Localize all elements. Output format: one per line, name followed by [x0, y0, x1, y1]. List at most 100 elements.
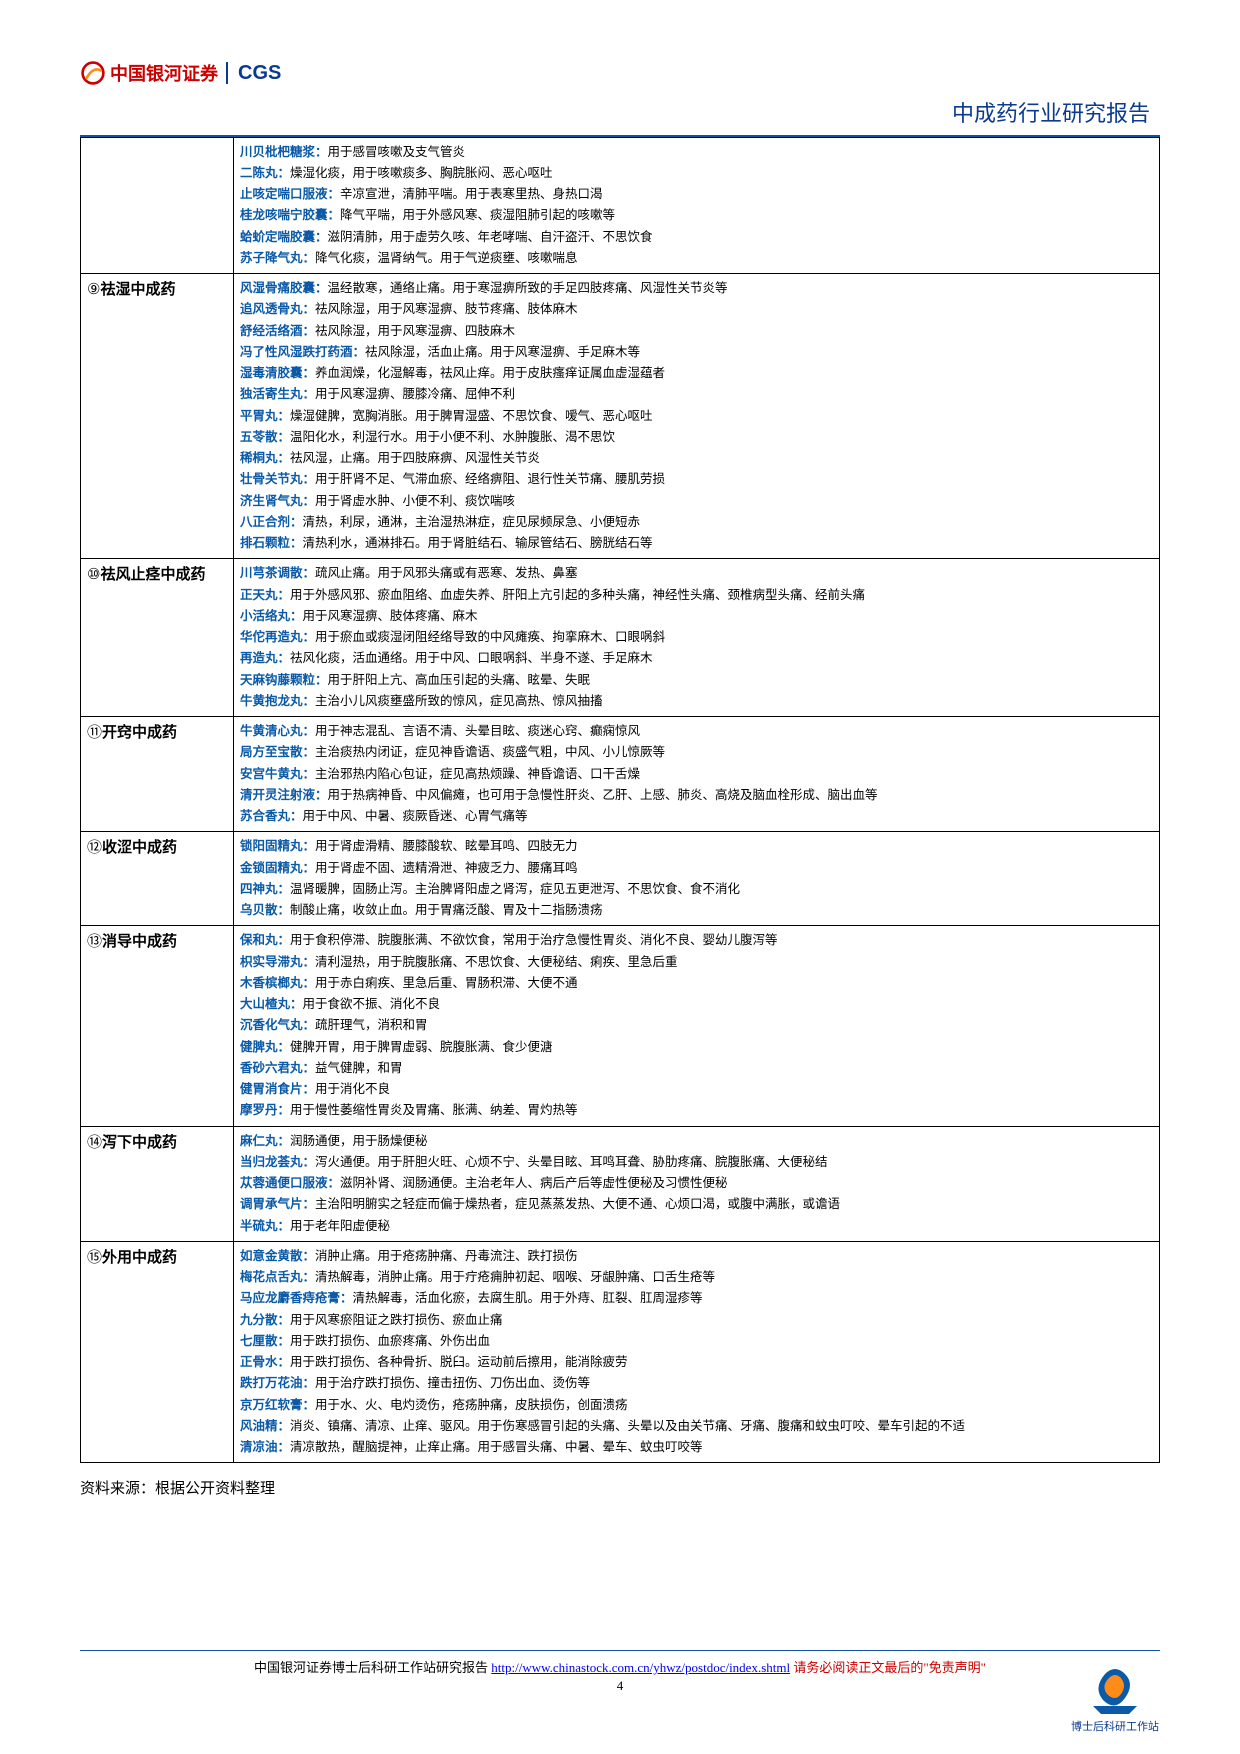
content-cell: 如意金黄散：消肿止痛。用于疮疡肿痛、丹毒流注、跌打损伤梅花点舌丸：清热解毒，消肿… [234, 1241, 1160, 1463]
medicine-desc: 祛风除湿，用于风寒湿痹、肢节疼痛、肢体麻木 [315, 302, 578, 316]
medicine-line: 牛黄抱龙丸：主治小儿风痰壅盛所致的惊风，症见高热、惊风抽搐 [240, 691, 1153, 712]
medicine-desc: 用于外感风邪、瘀血阻络、血虚失养、肝阳上亢引起的多种头痛，神经性头痛、颈椎病型头… [290, 588, 865, 602]
medicine-desc: 祛风化痰，活血通络。用于中风、口眼㖞斜、半身不遂、手足麻木 [290, 651, 653, 665]
medicine-name: 牛黄清心丸： [240, 724, 315, 738]
footer-prefix: 中国银河证券博士后科研工作站研究报告 [254, 1660, 491, 1675]
medicine-name: 保和丸： [240, 933, 290, 947]
table-row: ⑨祛湿中成药风湿骨痛胶囊：温经散寒，通络止痛。用于寒湿痹所致的手足四肢疼痛、风湿… [81, 274, 1160, 559]
medicine-line: 牛黄清心丸：用于神志混乱、言语不清、头晕目眩、痰迷心窍、癫痫惊风 [240, 721, 1153, 742]
medicine-line: 健脾丸：健脾开胃，用于脾胃虚弱、脘腹胀满、食少便溏 [240, 1037, 1153, 1058]
medicine-name: 苏合香丸： [240, 809, 303, 823]
medicine-name: 局方至宝散： [240, 745, 315, 759]
medicine-desc: 温肾暖脾，固肠止泻。主治脾肾阳虚之肾泻，症见五更泄泻、不思饮食、食不消化 [290, 882, 740, 896]
medicine-desc: 温阳化水，利湿行水。用于小便不利、水肿腹胀、渴不思饮 [290, 430, 615, 444]
medicine-table: 川贝枇杷糖浆：用于感冒咳嗽及支气管炎二陈丸：燥湿化痰，用于咳嗽痰多、胸脘胀闷、恶… [80, 137, 1160, 1464]
category-name: 泻下中成药 [102, 1135, 177, 1151]
medicine-line: 风湿骨痛胶囊：温经散寒，通络止痛。用于寒湿痹所致的手足四肢疼痛、风湿性关节炎等 [240, 278, 1153, 299]
medicine-line: 舒经活络酒：祛风除湿，用于风寒湿痹、四肢麻木 [240, 321, 1153, 342]
content-cell: 牛黄清心丸：用于神志混乱、言语不清、头晕目眩、痰迷心窍、癫痫惊风局方至宝散：主治… [234, 717, 1160, 832]
medicine-line: 清凉油：清凉散热，醒脑提神，止痒止痛。用于感冒头痛、中暑、晕车、蚊虫叮咬等 [240, 1437, 1153, 1458]
medicine-desc: 制酸止痛，收敛止血。用于胃痛泛酸、胃及十二指肠溃疡 [290, 903, 603, 917]
medicine-line: 华佗再造丸：用于瘀血或痰湿闭阻经络导致的中风瘫痪、拘挛麻木、口眼㖞斜 [240, 627, 1153, 648]
medicine-line: 二陈丸：燥湿化痰，用于咳嗽痰多、胸脘胀闷、恶心呕吐 [240, 163, 1153, 184]
medicine-desc: 用于肾虚不固、遗精滑泄、神疲乏力、腰痛耳鸣 [315, 861, 578, 875]
medicine-desc: 温经散寒，通络止痛。用于寒湿痹所致的手足四肢疼痛、风湿性关节炎等 [328, 281, 728, 295]
content-cell: 川贝枇杷糖浆：用于感冒咳嗽及支气管炎二陈丸：燥湿化痰，用于咳嗽痰多、胸脘胀闷、恶… [234, 137, 1160, 274]
medicine-desc: 用于食积停滞、脘腹胀满、不欲饮食，常用于治疗急慢性胃炎、消化不良、婴幼儿腹泻等 [290, 933, 778, 947]
badge-label: 博士后科研工作站 [1060, 1718, 1170, 1734]
medicine-line: 追风透骨丸：祛风除湿，用于风寒湿痹、肢节疼痛、肢体麻木 [240, 299, 1153, 320]
medicine-name: 八正合剂： [240, 515, 303, 529]
medicine-desc: 健脾开胃，用于脾胃虚弱、脘腹胀满、食少便溏 [290, 1040, 553, 1054]
badge-icon [1085, 1666, 1145, 1716]
medicine-name: 排石颗粒： [240, 536, 303, 550]
footer-link[interactable]: http://www.chinastock.com.cn/yhwz/postdo… [491, 1660, 790, 1675]
medicine-name: 香砂六君丸： [240, 1061, 315, 1075]
medicine-line: 独活寄生丸：用于风寒湿痹、腰膝冷痛、屈伸不利 [240, 384, 1153, 405]
medicine-name: 天麻钩藤颗粒： [240, 673, 328, 687]
medicine-desc: 降气化痰，温肾纳气。用于气逆痰壅、咳嗽喘息 [315, 251, 578, 265]
category-cell: ⑬消导中成药 [81, 926, 234, 1126]
medicine-desc: 用于老年阳虚便秘 [290, 1219, 390, 1233]
medicine-desc: 祛风除湿，活血止痛。用于风寒湿痹、手足麻木等 [365, 345, 640, 359]
medicine-line: 七厘散：用于跌打损伤、血瘀疼痛、外伤出血 [240, 1331, 1153, 1352]
medicine-desc: 清利湿热，用于脘腹胀痛、不思饮食、大便秘结、痢疾、里急后重 [315, 955, 678, 969]
medicine-line: 金锁固精丸：用于肾虚不固、遗精滑泄、神疲乏力、腰痛耳鸣 [240, 858, 1153, 879]
category-number: ⑨ [87, 282, 100, 298]
medicine-desc: 用于风寒湿痹、肢体疼痛、麻木 [303, 609, 478, 623]
medicine-desc: 清热，利尿，通淋，主治湿热淋症，症见尿频尿急、小便短赤 [303, 515, 641, 529]
source-line: 资料来源：根据公开资料整理 [80, 1477, 1160, 1498]
medicine-line: 川芎茶调散：疏风止痛。用于风邪头痛或有恶寒、发热、鼻塞 [240, 563, 1153, 584]
medicine-desc: 清凉散热，醒脑提神，止痒止痛。用于感冒头痛、中暑、晕车、蚊虫叮咬等 [290, 1440, 703, 1454]
medicine-name: 风油精： [240, 1419, 290, 1433]
medicine-name: 正骨水： [240, 1355, 290, 1369]
medicine-line: 风油精：消炎、镇痛、清凉、止痒、驱风。用于伤寒感冒引起的头痛、头晕以及由关节痛、… [240, 1416, 1153, 1437]
medicine-line: 排石颗粒：清热利水，通淋排石。用于肾脏结石、输尿管结石、膀胱结石等 [240, 533, 1153, 554]
medicine-line: 桂龙咳喘宁胶囊：降气平喘，用于外感风寒、痰湿阻肺引起的咳嗽等 [240, 205, 1153, 226]
medicine-desc: 用于肝肾不足、气滞血瘀、经络痹阻、退行性关节痛、腰肌劳损 [315, 472, 665, 486]
category-cell: ⑪开窍中成药 [81, 717, 234, 832]
medicine-desc: 用于肾虚滑精、腰膝酸软、眩晕耳鸣、四肢无力 [315, 839, 578, 853]
footer: 中国银河证券博士后科研工作站研究报告 http://www.chinastock… [80, 1650, 1160, 1694]
medicine-line: 安宫牛黄丸：主治邪热内陷心包证，症见高热烦躁、神昏谵语、口干舌燥 [240, 764, 1153, 785]
medicine-name: 五苓散： [240, 430, 290, 444]
category-name: 祛风止痉中成药 [100, 567, 205, 583]
medicine-line: 稀桐丸：祛风湿，止痛。用于四肢麻痹、风湿性关节炎 [240, 448, 1153, 469]
medicine-desc: 主治小儿风痰壅盛所致的惊风，症见高热、惊风抽搐 [315, 694, 603, 708]
medicine-name: 湿毒清胶囊： [240, 366, 315, 380]
medicine-line: 跌打万花油：用于治疗跌打损伤、撞击扭伤、刀伤出血、烫伤等 [240, 1373, 1153, 1394]
medicine-name: 清凉油： [240, 1440, 290, 1454]
medicine-name: 舒经活络酒： [240, 324, 315, 338]
category-number: ⑭ [87, 1135, 102, 1151]
medicine-name: 大山楂丸： [240, 997, 303, 1011]
table-row: ⑬消导中成药保和丸：用于食积停滞、脘腹胀满、不欲饮食，常用于治疗急慢性胃炎、消化… [81, 926, 1160, 1126]
medicine-line: 沉香化气丸：疏肝理气，消积和胃 [240, 1015, 1153, 1036]
medicine-desc: 用于感冒咳嗽及支气管炎 [328, 145, 466, 159]
category-cell: ⑮外用中成药 [81, 1241, 234, 1463]
medicine-name: 沉香化气丸： [240, 1018, 315, 1032]
medicine-line: 五苓散：温阳化水，利湿行水。用于小便不利、水肿腹胀、渴不思饮 [240, 427, 1153, 448]
medicine-name: 九分散： [240, 1313, 290, 1327]
medicine-line: 保和丸：用于食积停滞、脘腹胀满、不欲饮食，常用于治疗急慢性胃炎、消化不良、婴幼儿… [240, 930, 1153, 951]
medicine-name: 木香槟榔丸： [240, 976, 315, 990]
medicine-name: 当归龙荟丸： [240, 1155, 315, 1169]
medicine-line: 苁蓉通便口服液：滋阴补肾、润肠通便。主治老年人、病后产后等虚性便秘及习惯性便秘 [240, 1173, 1153, 1194]
medicine-name: 调胃承气片： [240, 1197, 315, 1211]
content-cell: 保和丸：用于食积停滞、脘腹胀满、不欲饮食，常用于治疗急慢性胃炎、消化不良、婴幼儿… [234, 926, 1160, 1126]
table-row: ⑭泻下中成药麻仁丸：润肠通便，用于肠燥便秘当归龙荟丸：泻火通便。用于肝胆火旺、心… [81, 1126, 1160, 1241]
table-row: 川贝枇杷糖浆：用于感冒咳嗽及支气管炎二陈丸：燥湿化痰，用于咳嗽痰多、胸脘胀闷、恶… [81, 137, 1160, 274]
medicine-name: 川芎茶调散： [240, 566, 315, 580]
medicine-desc: 辛凉宣泄，清肺平喘。用于表寒里热、身热口渴 [340, 187, 603, 201]
medicine-line: 锁阳固精丸：用于肾虚滑精、腰膝酸软、眩晕耳鸣、四肢无力 [240, 836, 1153, 857]
medicine-line: 摩罗丹：用于慢性萎缩性胃炎及胃痛、胀满、纳差、胃灼热等 [240, 1100, 1153, 1121]
logo-separator [226, 62, 228, 84]
medicine-name: 风湿骨痛胶囊： [240, 281, 328, 295]
category-name: 收涩中成药 [102, 840, 177, 856]
medicine-line: 半硫丸：用于老年阳虚便秘 [240, 1216, 1153, 1237]
medicine-desc: 用于跌打损伤、各种骨折、脱臼。运动前后擦用，能消除疲劳 [290, 1355, 628, 1369]
category-number: ⑬ [87, 934, 102, 950]
medicine-name: 蛤蚧定喘胶囊： [240, 230, 328, 244]
medicine-name: 健脾丸： [240, 1040, 290, 1054]
medicine-line: 正天丸：用于外感风邪、瘀血阻络、血虚失养、肝阳上亢引起的多种头痛，神经性头痛、颈… [240, 585, 1153, 606]
medicine-name: 跌打万花油： [240, 1376, 315, 1390]
